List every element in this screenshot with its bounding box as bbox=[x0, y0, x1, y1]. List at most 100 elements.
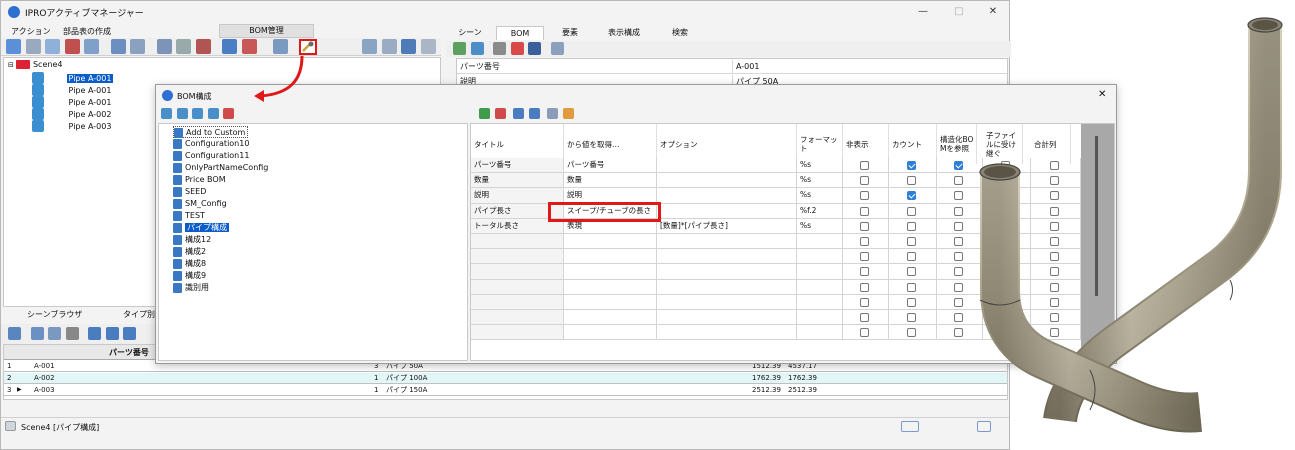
menu-create-bom[interactable]: 部品表の作成 bbox=[63, 26, 111, 37]
list-item[interactable]: OnlyPartNameConfig bbox=[173, 162, 268, 174]
list-item[interactable]: 識別用 bbox=[173, 282, 209, 294]
checkbox-hide[interactable] bbox=[860, 313, 869, 322]
checkbox-hide[interactable] bbox=[860, 237, 869, 246]
rename-config-icon[interactable] bbox=[192, 108, 204, 119]
preview-icon[interactable] bbox=[48, 327, 62, 340]
checkbox-hide[interactable] bbox=[860, 206, 869, 216]
move-up-icon[interactable] bbox=[513, 108, 525, 119]
table-cell-format[interactable] bbox=[797, 294, 843, 310]
table-cell-format[interactable]: %s bbox=[797, 218, 843, 234]
refresh-icon[interactable] bbox=[470, 42, 484, 55]
table-cell-option[interactable] bbox=[657, 158, 797, 174]
table-cell-format[interactable]: %f.2 bbox=[797, 203, 843, 219]
copy-icon[interactable] bbox=[30, 327, 44, 340]
grid-view-icon[interactable] bbox=[222, 39, 238, 54]
table-cell-title[interactable] bbox=[471, 249, 564, 265]
export-table-icon[interactable] bbox=[562, 108, 574, 119]
checkbox-hide[interactable] bbox=[860, 252, 869, 262]
table-cell-source[interactable] bbox=[564, 310, 657, 326]
table-cell-title[interactable] bbox=[471, 279, 564, 295]
checkbox-count[interactable] bbox=[907, 252, 916, 262]
grid-icon[interactable] bbox=[88, 327, 102, 340]
checkbox-count[interactable] bbox=[907, 191, 916, 201]
tree-item[interactable]: Pipe A-001 bbox=[32, 96, 111, 108]
preview-table-icon[interactable] bbox=[547, 108, 559, 119]
menu-action[interactable]: アクション bbox=[11, 26, 51, 37]
list-item[interactable]: TEST bbox=[173, 210, 205, 222]
filter-icon[interactable] bbox=[381, 39, 397, 54]
list-item[interactable]: SEED bbox=[173, 186, 206, 198]
checkbox-count[interactable] bbox=[907, 297, 916, 307]
table-cell-option[interactable] bbox=[657, 279, 797, 295]
bom-icon[interactable] bbox=[84, 39, 100, 54]
tab-scene-browser[interactable]: シーンブラウザ bbox=[27, 309, 82, 320]
tab-display-config[interactable]: 表示構成 bbox=[596, 26, 652, 40]
list-item[interactable]: 構成12 bbox=[173, 234, 211, 246]
save-icon[interactable] bbox=[528, 42, 542, 55]
table-cell-source[interactable] bbox=[564, 325, 657, 341]
table-cell-format[interactable]: %s bbox=[797, 173, 843, 189]
minimize-button[interactable]: — bbox=[911, 4, 935, 20]
list-item[interactable]: 構成2 bbox=[173, 246, 206, 258]
status-text[interactable]: Scene4 [パイプ構成] bbox=[21, 422, 99, 433]
tree-item[interactable]: Pipe A-001 bbox=[32, 72, 114, 84]
table-cell-format[interactable] bbox=[797, 264, 843, 280]
layout-icon[interactable] bbox=[156, 39, 172, 54]
tab-search[interactable]: 検索 bbox=[656, 26, 704, 40]
check-icon[interactable] bbox=[510, 42, 524, 55]
tab-bom-management[interactable]: BOM管理 bbox=[219, 24, 314, 38]
list-item[interactable]: Price BOM bbox=[173, 174, 226, 186]
checkbox-count[interactable] bbox=[907, 267, 916, 277]
settings-icon[interactable] bbox=[420, 39, 436, 54]
table-cell-option[interactable] bbox=[657, 173, 797, 189]
table-cell-title[interactable] bbox=[471, 310, 564, 326]
checkbox-hide[interactable] bbox=[860, 267, 869, 277]
tab-bom[interactable]: BOM bbox=[496, 26, 544, 40]
table-icon[interactable] bbox=[64, 39, 80, 54]
table-cell-option[interactable] bbox=[657, 294, 797, 310]
print-icon[interactable] bbox=[65, 327, 79, 340]
tab-scene[interactable]: シーン bbox=[446, 26, 494, 40]
tree-item[interactable]: Pipe A-003 bbox=[32, 120, 111, 132]
tree-root[interactable]: ⊟ Scene4 bbox=[8, 59, 62, 71]
checkbox-count[interactable] bbox=[907, 237, 916, 246]
table-cell-title[interactable] bbox=[471, 264, 564, 280]
tree-icon[interactable] bbox=[45, 39, 61, 54]
tab-elements[interactable]: 要素 bbox=[546, 26, 594, 40]
list-item[interactable]: Add to Custom bbox=[173, 126, 249, 138]
checkbox-hide[interactable] bbox=[860, 191, 869, 201]
gear-icon[interactable] bbox=[493, 42, 507, 55]
checkbox-count[interactable] bbox=[907, 221, 916, 231]
table-row[interactable]: 2 A-002 1 パイプ 100A 1762.39 1762.39 bbox=[4, 373, 1007, 384]
add-icon[interactable] bbox=[453, 42, 466, 55]
table-cell-option[interactable] bbox=[657, 310, 797, 326]
tree-item[interactable]: Pipe A-001 bbox=[32, 84, 111, 96]
table-cell-title[interactable] bbox=[471, 325, 564, 341]
table-cell-format[interactable] bbox=[797, 234, 843, 250]
screen-icon[interactable] bbox=[550, 42, 564, 55]
list-item[interactable]: 構成9 bbox=[173, 270, 206, 282]
table-cell-source[interactable]: パーツ番号 bbox=[564, 158, 657, 174]
table-cell-format[interactable] bbox=[797, 310, 843, 326]
checkbox-count[interactable] bbox=[907, 161, 916, 170]
table-cell-option[interactable] bbox=[657, 234, 797, 250]
view-icon[interactable] bbox=[130, 39, 146, 54]
checkbox-count[interactable] bbox=[907, 313, 916, 322]
table-cell-title[interactable]: 数量 bbox=[471, 173, 564, 189]
search-icon[interactable] bbox=[362, 39, 377, 54]
copy-config-icon[interactable] bbox=[176, 108, 188, 119]
checkbox-hide[interactable] bbox=[860, 297, 869, 307]
list-item[interactable]: SM_Config bbox=[173, 198, 227, 210]
checkbox-hide[interactable] bbox=[860, 161, 869, 170]
checkbox-hide[interactable] bbox=[860, 328, 869, 338]
table-cell-title[interactable] bbox=[471, 294, 564, 310]
add-row-icon[interactable] bbox=[479, 108, 490, 119]
expand-icon[interactable] bbox=[123, 327, 137, 340]
tab-by-type[interactable]: タイプ別 bbox=[123, 309, 155, 320]
table-cell-source[interactable] bbox=[564, 249, 657, 265]
table-cell-title[interactable]: パーツ番号 bbox=[471, 158, 564, 174]
table-cell-format[interactable] bbox=[797, 249, 843, 265]
remove-row-icon[interactable] bbox=[494, 108, 506, 119]
list-icon[interactable] bbox=[105, 327, 119, 340]
tree-item[interactable]: Pipe A-002 bbox=[32, 108, 111, 120]
